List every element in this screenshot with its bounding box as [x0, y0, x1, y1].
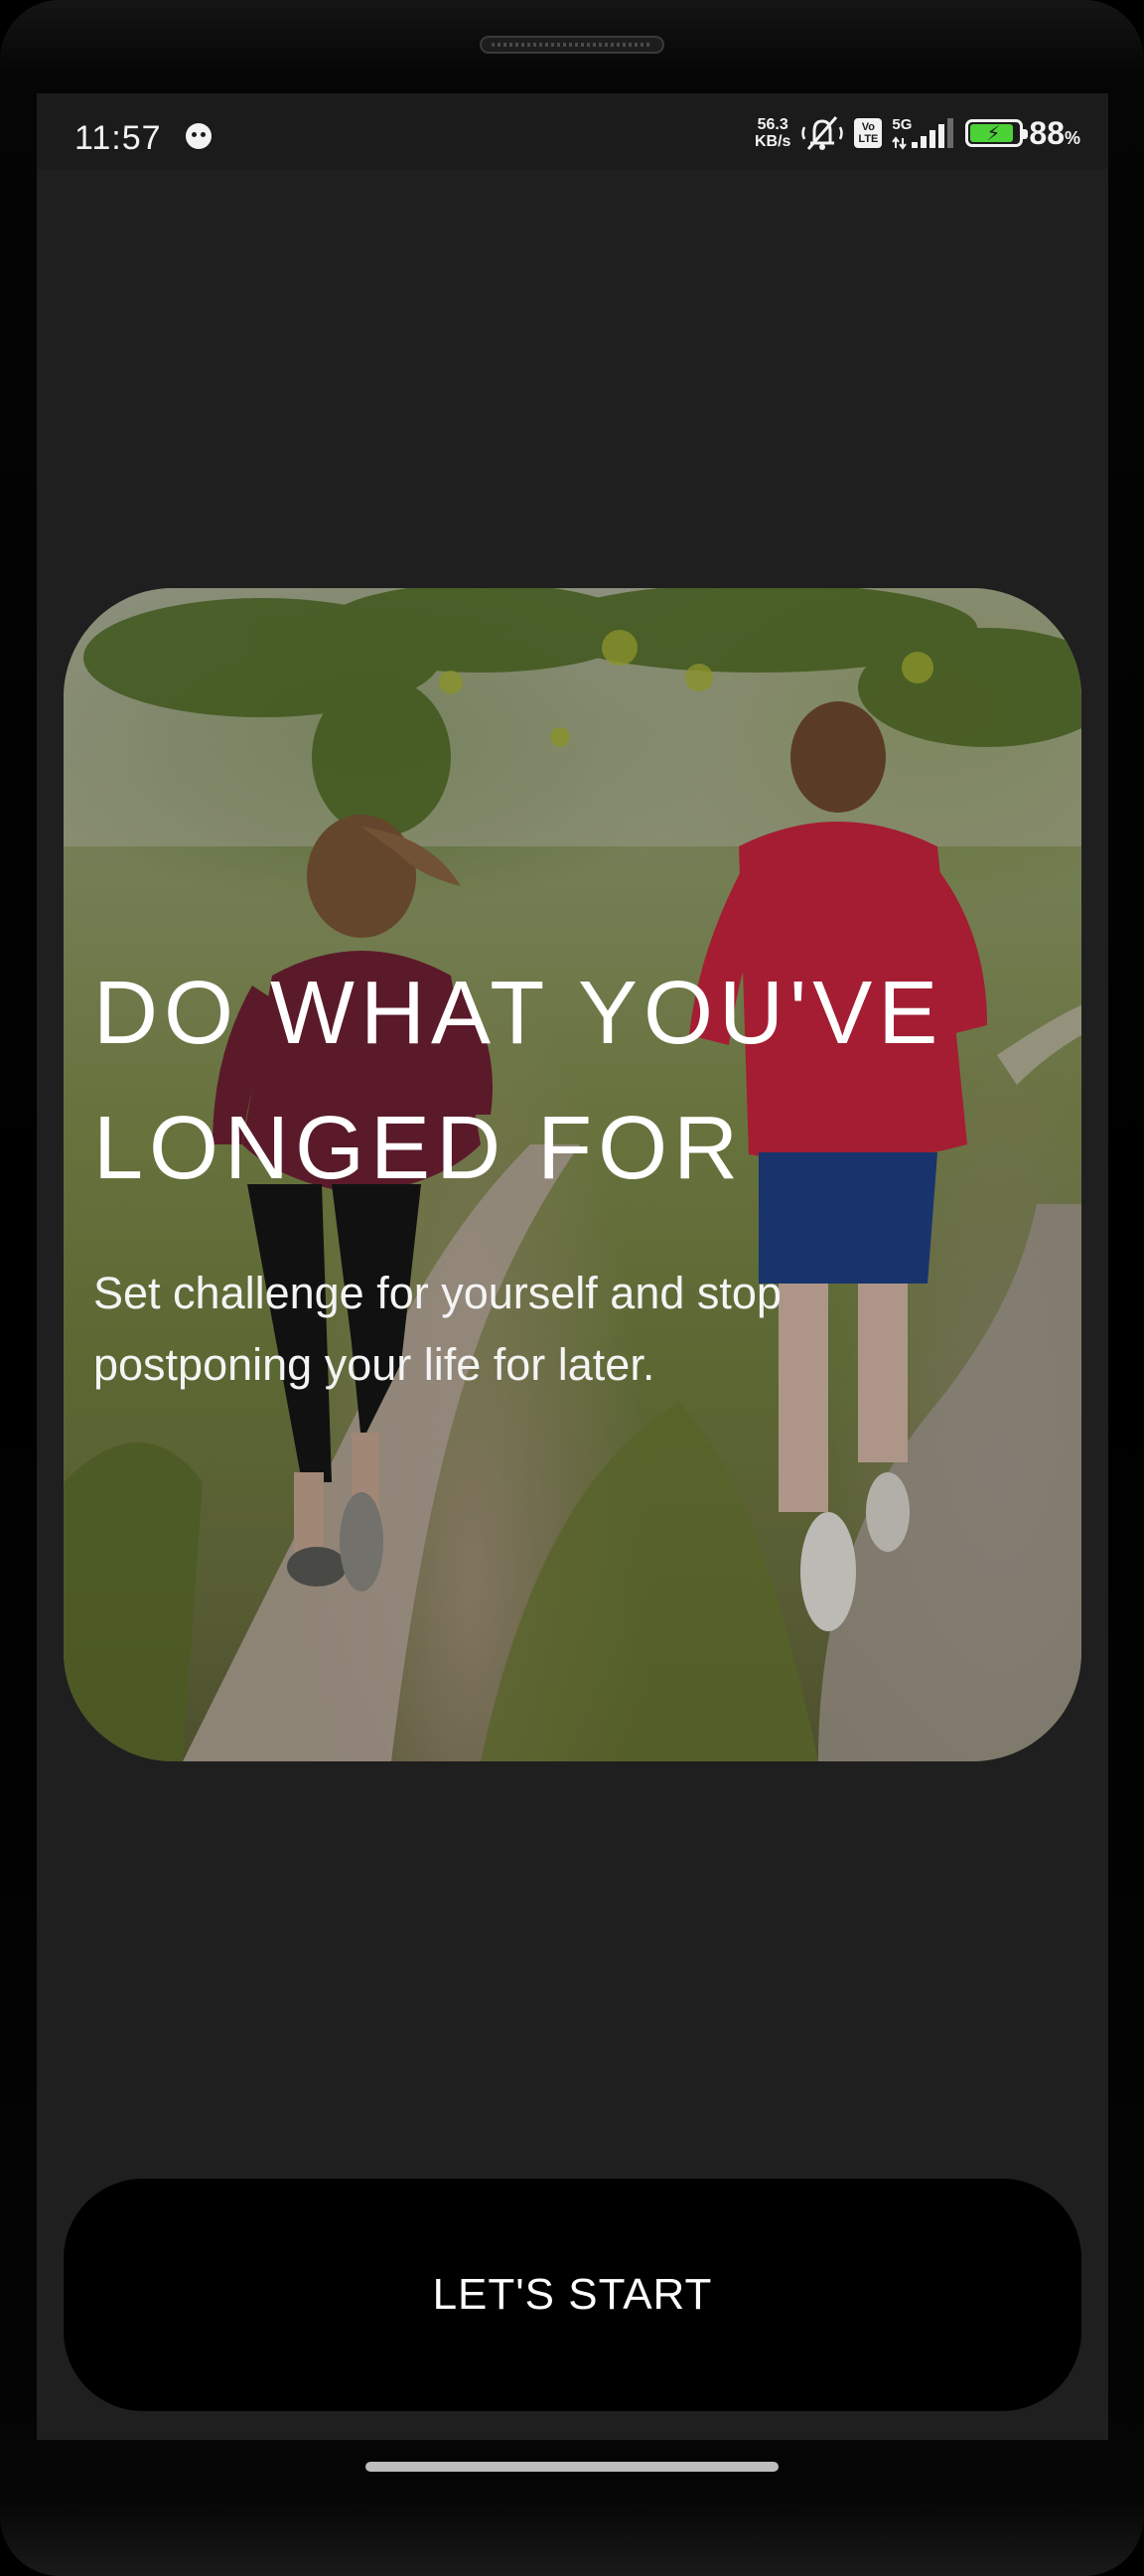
charging-bolt-icon: ⚡ [986, 123, 1001, 145]
battery-body: ⚡ [965, 119, 1029, 147]
status-time: 11:57 [74, 119, 162, 157]
notification-cat-icon [186, 123, 212, 149]
hero-subtitle: Set challenge for yourself and stop post… [93, 1268, 782, 1390]
muted-vibration-icon [801, 116, 844, 150]
signal-icon: 5G [892, 116, 955, 150]
hero-title: DO WHAT YOU'VE LONGED FOR [93, 964, 944, 1198]
battery-charging-icon: ⚡ 88% [965, 115, 1080, 152]
volte-icon: Vo LTE [854, 118, 883, 148]
volte-bottom: LTE [858, 133, 879, 145]
phone-frame: 11:57 56.3 KB/s Vo LTE 5G ⚡ 88% DO WHAT … [0, 0, 1144, 2576]
earpiece-speaker [480, 36, 664, 54]
app-screen: 11:57 56.3 KB/s Vo LTE 5G ⚡ 88% DO WHAT … [37, 93, 1108, 2440]
network-speed-unit: KB/s [754, 133, 791, 150]
home-indicator[interactable] [365, 2462, 779, 2472]
hero-card: DO WHAT YOU'VE LONGED FOR Set challenge … [64, 588, 1081, 1761]
lets-start-button[interactable]: LET'S START [64, 2179, 1081, 2411]
network-speed-value: 56.3 [757, 116, 788, 133]
status-icons: 56.3 KB/s Vo LTE 5G ⚡ 88% [755, 111, 1080, 155]
battery-percent-sign: % [1064, 127, 1080, 148]
battery-percent: 88% [1029, 115, 1080, 152]
status-bar: 11:57 56.3 KB/s Vo LTE 5G ⚡ 88% [37, 93, 1108, 169]
network-speed: 56.3 KB/s [755, 116, 790, 150]
battery-percent-value: 88 [1029, 114, 1065, 151]
volte-top: Vo [861, 121, 876, 133]
